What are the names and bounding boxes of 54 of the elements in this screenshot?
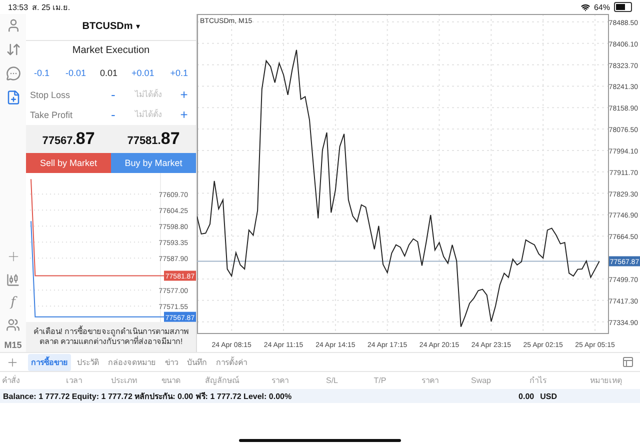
people-icon[interactable] [4, 316, 22, 334]
currency-label: USD [540, 392, 557, 400]
volume-step-button[interactable]: -0.1 [32, 68, 52, 78]
symbol-title[interactable]: BTCUSDm [82, 21, 133, 32]
battery-percent: 64% [594, 2, 610, 12]
timeframe-button[interactable]: M15 [4, 340, 22, 350]
bid-price: 77567. [42, 134, 76, 147]
column-header: S/L [324, 376, 339, 385]
ask-pips: 87 [160, 128, 180, 149]
bid-pips: 87 [76, 128, 95, 149]
buy-button[interactable]: Buy by Market [111, 152, 196, 173]
decrease-button[interactable]: - [107, 87, 120, 102]
field-label: Take Profit [30, 110, 74, 120]
column-header: เวลา [65, 375, 83, 387]
increase-button[interactable]: + [178, 107, 190, 122]
column-header: สัญลักษณ์ [204, 374, 240, 387]
indicator-button[interactable]: f [10, 295, 16, 310]
volume-step-button[interactable]: +0.01 [129, 68, 156, 78]
status-date: ส. 25 เม.ย. [32, 2, 70, 14]
column-header: T/P [372, 376, 388, 385]
tab[interactable]: การตั้งค่า [213, 354, 250, 370]
account-summary: Balance: 1 777.72 Equity: 1 777.72 หลักประกัน: 0.00 ฟรี: 1 777.72 Level: 0.00% [3, 390, 293, 402]
candlestick-icon[interactable] [4, 271, 22, 289]
ask-price: 77581. [127, 134, 161, 147]
battery-icon [614, 2, 632, 12]
column-header: ราคา [270, 375, 290, 387]
execution-type[interactable]: Market Execution [26, 40, 196, 61]
column-header: ประเภท [110, 375, 138, 387]
tab[interactable]: การซื้อขาย [28, 354, 71, 370]
volume-step-button[interactable]: +0.1 [168, 68, 190, 78]
increase-button[interactable]: + [178, 87, 190, 102]
column-header: คำสั่ง [2, 374, 21, 387]
caret-icon[interactable]: ▾ [136, 22, 140, 32]
tab[interactable]: กล่องจดหมาย [105, 354, 159, 370]
decrease-button[interactable]: - [107, 107, 120, 122]
tab[interactable]: ประวัติ [74, 354, 102, 370]
volume-value[interactable]: 0.01 [100, 68, 118, 78]
column-header: หมายเหตุ [589, 375, 623, 387]
column-header: ขนาด [160, 375, 182, 387]
status-time: 13:53 [8, 2, 28, 12]
column-header: ราคา [420, 375, 440, 387]
tab[interactable]: บันทึก [184, 354, 210, 370]
sell-button[interactable]: Sell by Market [26, 152, 111, 173]
tab[interactable]: ข่าว [162, 354, 181, 370]
column-header: Swap [470, 376, 492, 385]
profit-value: 0.00 [518, 392, 534, 400]
layout-icon[interactable] [622, 356, 634, 368]
volume-step-button[interactable]: -0.01 [63, 68, 88, 78]
column-header: กำไร [528, 375, 548, 387]
chat-bubble-icon[interactable] [4, 64, 22, 82]
wifi-icon [580, 2, 590, 12]
field-label: Stop Loss [30, 90, 72, 100]
warning-text: คำเตือน! การซื้อขายจะถูกดำเนินการตามสภาพตลาด ความแตกต่างกับราคาที่ส่งอาจมีมาก! [26, 322, 196, 352]
add-icon[interactable] [6, 356, 19, 368]
